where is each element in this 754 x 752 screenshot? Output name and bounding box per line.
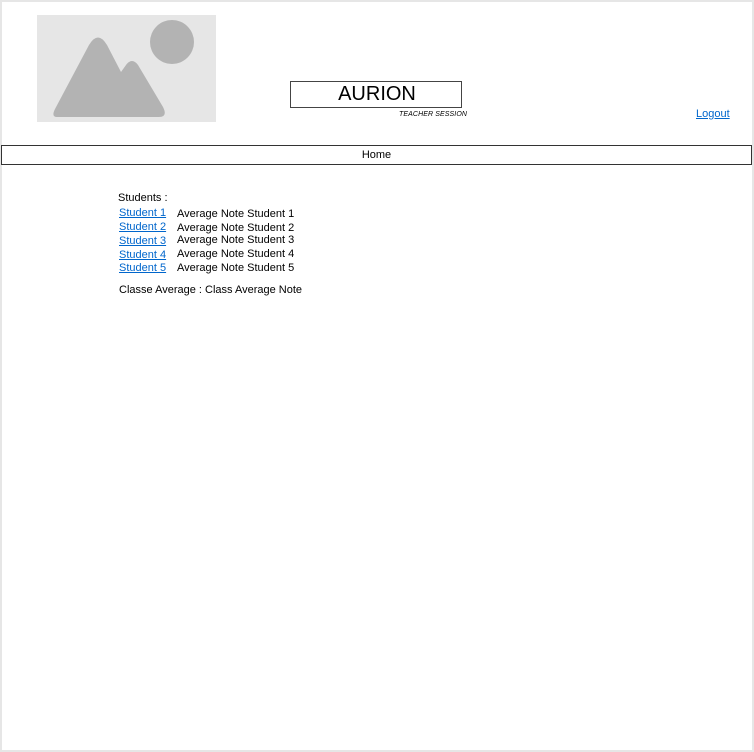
nav-home-link[interactable]: Home <box>362 149 391 161</box>
session-label: TEACHER SESSION <box>399 111 468 118</box>
students-heading: Students : <box>118 192 168 204</box>
student-average: Average Note Student 3 <box>177 234 295 246</box>
student-link[interactable]: Student 5 <box>119 262 166 274</box>
student-link[interactable]: Student 2 <box>119 221 166 233</box>
class-average: Classe Average : Class Average Note <box>119 284 303 296</box>
student-link[interactable]: Student 3 <box>119 235 166 247</box>
nav-bar: Home <box>1 145 752 165</box>
app-title: AURION <box>290 81 462 108</box>
student-average: Average Note Student 4 <box>177 248 295 260</box>
logo-placeholder <box>37 15 216 122</box>
student-average: Average Note Student 2 <box>177 222 295 234</box>
student-link[interactable]: Student 1 <box>119 207 166 219</box>
image-placeholder-icon <box>53 20 194 117</box>
logout-link[interactable]: Logout <box>696 108 730 120</box>
student-average: Average Note Student 1 <box>177 208 295 220</box>
student-link[interactable]: Student 4 <box>119 249 166 261</box>
student-average: Average Note Student 5 <box>177 262 295 274</box>
